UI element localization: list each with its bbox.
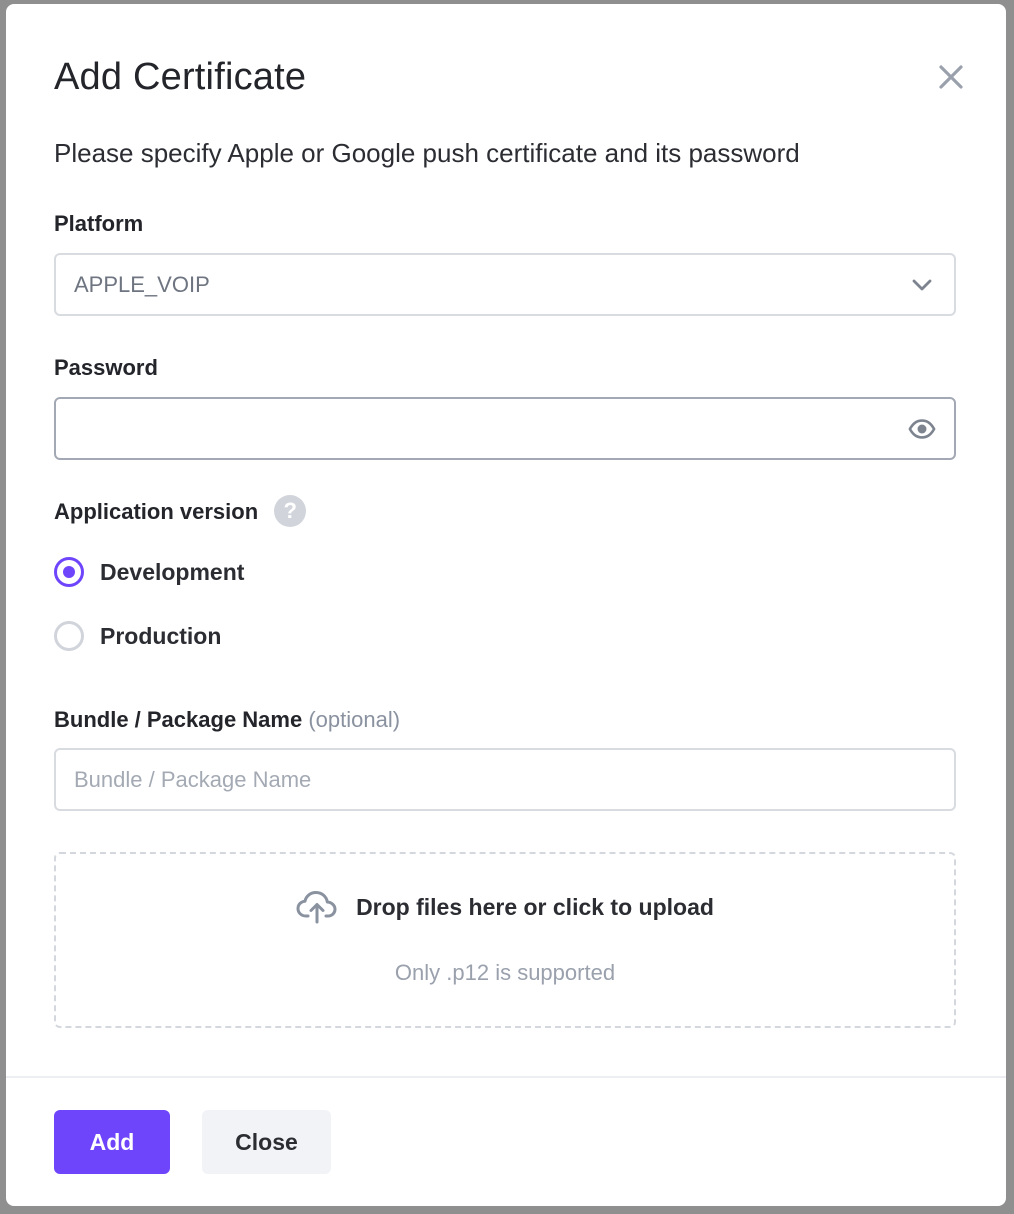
optional-tag: (optional) bbox=[308, 707, 401, 732]
password-label: Password bbox=[54, 355, 158, 380]
radio-production[interactable]: Production bbox=[54, 620, 221, 652]
platform-label: Platform bbox=[54, 211, 144, 236]
close-dialog-button[interactable] bbox=[936, 62, 966, 92]
platform-selected-value: APPLE_VOIP bbox=[74, 271, 210, 297]
bundle-input[interactable] bbox=[74, 766, 936, 793]
upload-text: Drop files here or click to upload bbox=[356, 893, 714, 920]
close-button[interactable]: Close bbox=[202, 1110, 331, 1174]
cloud-upload-icon bbox=[296, 891, 337, 924]
radio-development-label: Development bbox=[100, 558, 245, 585]
app-version-label-row: Application version ? bbox=[54, 495, 307, 528]
footer-divider bbox=[6, 1076, 1006, 1078]
app-version-label: Application version bbox=[54, 499, 259, 524]
radio-development-control[interactable] bbox=[54, 557, 84, 587]
dialog-title: Add Certificate bbox=[54, 56, 307, 98]
upload-main: Drop files here or click to upload bbox=[56, 890, 954, 924]
radio-development[interactable]: Development bbox=[54, 556, 244, 588]
close-icon bbox=[939, 65, 963, 89]
add-certificate-dialog: Add Certificate Please specify Apple or … bbox=[6, 4, 1006, 1206]
dialog-header: Add Certificate bbox=[54, 54, 963, 104]
password-input[interactable] bbox=[74, 415, 908, 442]
radio-production-control[interactable] bbox=[54, 621, 84, 651]
question-circle-icon[interactable]: ? bbox=[274, 495, 307, 528]
chevron-down-icon bbox=[908, 271, 936, 299]
upload-dropzone[interactable]: Drop files here or click to upload Only … bbox=[54, 852, 956, 1028]
platform-select[interactable]: APPLE_VOIP bbox=[54, 253, 956, 316]
bundle-label-row: Bundle / Package Name (optional) bbox=[54, 706, 400, 734]
dialog-description: Please specify Apple or Google push cert… bbox=[54, 138, 800, 168]
bundle-label: Bundle / Package Name bbox=[54, 707, 303, 732]
password-field bbox=[54, 397, 956, 460]
bundle-field bbox=[54, 748, 956, 811]
eye-icon[interactable] bbox=[908, 415, 936, 443]
add-button[interactable]: Add bbox=[54, 1110, 170, 1174]
radio-production-label: Production bbox=[100, 622, 222, 649]
upload-hint: Only .p12 is supported bbox=[394, 960, 616, 985]
